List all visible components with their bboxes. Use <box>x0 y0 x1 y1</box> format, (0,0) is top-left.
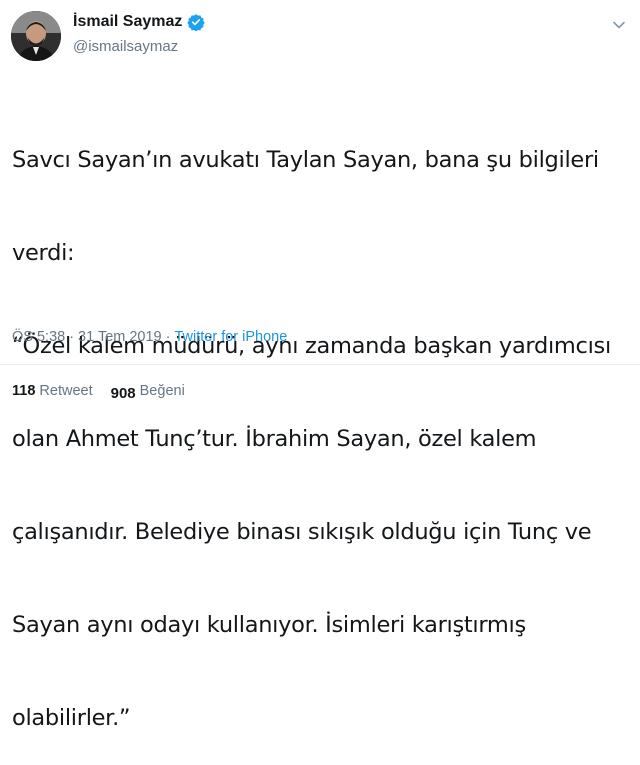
author-handle[interactable]: @ismailsaymaz <box>73 38 178 55</box>
retweet-label[interactable]: Retweet <box>39 383 92 399</box>
author-name-row[interactable]: İsmail Saymaz <box>73 13 206 32</box>
tweet-line: olabilirler.” <box>12 705 131 731</box>
meta-separator: · <box>69 329 75 345</box>
verified-badge-icon <box>187 13 206 32</box>
tweet-line: Savcı Sayan’ın avukatı Taylan Sayan, ban… <box>12 147 599 173</box>
tweet-text: Savcı Sayan’ın avukatı Taylan Sayan, ban… <box>12 83 612 765</box>
avatar-photo <box>11 11 61 61</box>
tweet-line: Sayan aynı odayı kullanıyor. İsimleri ka… <box>12 612 526 638</box>
tweet-meta: ÖS 5:38 · 31 Tem 2019 · Twitter for iPho… <box>12 329 287 345</box>
avatar[interactable] <box>11 11 61 61</box>
retweet-count[interactable]: 118 <box>12 383 35 399</box>
meta-separator: · <box>165 329 171 345</box>
divider <box>0 364 640 365</box>
tweet-stats: 118 Retweet 908 Beğeni <box>12 382 185 402</box>
tweet-line: olan Ahmet Tunç’tur. İbrahim Sayan, özel… <box>12 426 537 452</box>
tweet-time[interactable]: ÖS 5:38 <box>12 329 65 345</box>
like-count[interactable]: 908 <box>111 385 136 402</box>
author-display-name[interactable]: İsmail Saymaz <box>73 13 182 31</box>
tweet-date[interactable]: 31 Tem 2019 <box>78 329 162 345</box>
like-label[interactable]: Beğeni <box>140 383 185 399</box>
tweet-line: çalışanıdır. Belediye binası sıkışık old… <box>12 519 592 545</box>
tweet-source-link[interactable]: Twitter for iPhone <box>174 329 287 345</box>
chevron-down-icon[interactable] <box>612 18 626 32</box>
tweet-line: verdi: <box>12 240 75 266</box>
